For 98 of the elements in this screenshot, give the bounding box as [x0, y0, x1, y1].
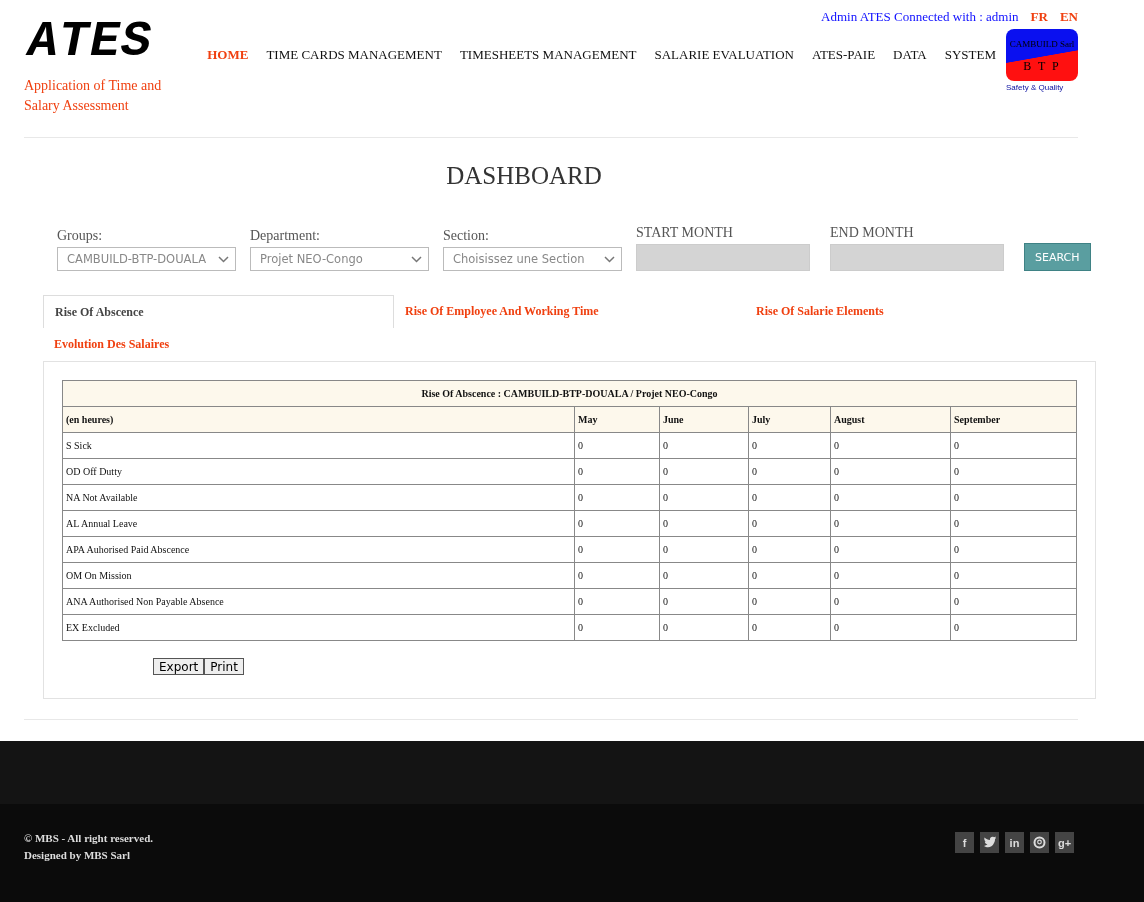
table-cell: OD Off Dutty: [62, 458, 575, 485]
dropdown-field[interactable]: Projet NEO-Congo: [250, 247, 429, 271]
tab[interactable]: Evolution Des Salaires: [43, 328, 394, 361]
page-title: DASHBOARD: [445, 161, 603, 191]
nav-link[interactable]: HOME: [207, 47, 249, 63]
tab[interactable]: Rise Of Salarie Elements: [745, 295, 1096, 328]
action-button[interactable]: Export: [153, 658, 205, 675]
table-cell: AL Annual Leave: [62, 510, 575, 537]
table-cell: 0: [830, 458, 951, 485]
table-cell: 0: [748, 536, 831, 563]
table-cell: 0: [950, 588, 1077, 615]
dropdown-field[interactable]: Choisissez une Section: [443, 247, 622, 271]
chevron-down-icon: [218, 255, 229, 263]
chevron-down-icon: [411, 255, 422, 263]
table-cell: NA Not Available: [62, 484, 575, 511]
column-header: July: [748, 406, 831, 433]
table-cell: APA Auhorised Paid Abscence: [62, 536, 575, 563]
social-link[interactable]: f: [955, 832, 974, 853]
language-link[interactable]: FR: [1030, 9, 1048, 25]
table-cell: 0: [830, 536, 951, 563]
table-cell: 0: [950, 510, 1077, 537]
company-motto: Safety & Quality: [1006, 83, 1064, 92]
field-label: Section:: [443, 228, 490, 244]
column-header: May: [574, 406, 660, 433]
field-label: Department:: [250, 228, 321, 244]
table-cell: 0: [830, 614, 951, 641]
table-cell: OM On Mission: [62, 562, 575, 589]
social-link[interactable]: [1030, 832, 1049, 853]
column-header: June: [659, 406, 749, 433]
table-cell: 0: [659, 614, 749, 641]
language-link[interactable]: EN: [1059, 9, 1078, 25]
column-header: (en heures): [62, 406, 575, 433]
circle-icon: [1033, 836, 1046, 849]
table-cell: 0: [830, 510, 951, 537]
field-label: Groups:: [57, 228, 104, 244]
table-cell: 0: [574, 432, 660, 459]
table-cell: 0: [950, 432, 1077, 459]
table-cell: 0: [950, 536, 1077, 563]
table-cell: 0: [659, 458, 749, 485]
table-cell: 0: [574, 510, 660, 537]
table-cell: 0: [830, 588, 951, 615]
table-cell: 0: [748, 510, 831, 537]
social-link[interactable]: [980, 832, 999, 853]
table-caption: Rise Of Abscence : CAMBUILD-BTP-DOUALA / Projet NEO-Congo: [62, 380, 1077, 407]
table-cell: 0: [950, 562, 1077, 589]
chevron-down-icon: [604, 255, 615, 263]
table-cell: 0: [659, 588, 749, 615]
social-link[interactable]: in: [1005, 832, 1024, 853]
social-link[interactable]: g+: [1055, 832, 1074, 853]
nav-link[interactable]: SYSTEM: [944, 47, 996, 63]
nav-link[interactable]: DATA: [893, 47, 927, 63]
table-cell: 0: [748, 484, 831, 511]
nav-link[interactable]: TIME CARDS MANAGEMENT: [266, 47, 442, 63]
table-cell: ANA Authorised Non Payable Absence: [62, 588, 575, 615]
table-cell: 0: [950, 458, 1077, 485]
app-tagline: Application of Time and Salary Assessment: [24, 77, 163, 115]
dropdown-field[interactable]: CAMBUILD-BTP-DOUALA: [57, 247, 236, 271]
table-cell: 0: [574, 562, 660, 589]
table-cell: 0: [950, 484, 1077, 511]
month-field[interactable]: [830, 244, 1004, 271]
table-cell: EX Excluded: [62, 614, 575, 641]
table-cell: 0: [574, 484, 660, 511]
bird-icon: [983, 836, 996, 849]
user-status: Admin ATES Connected with : admin: [821, 9, 1019, 25]
tab[interactable]: Rise Of Employee And Working Time: [394, 295, 745, 328]
table-cell: 0: [659, 510, 749, 537]
field-label: END MONTH: [830, 225, 915, 241]
table-cell: 0: [659, 562, 749, 589]
table-cell: 0: [830, 562, 951, 589]
table-cell: 0: [659, 432, 749, 459]
copyright-text: © MBS - All right reserved.: [24, 832, 153, 844]
nav-link[interactable]: TIMESHEETS MANAGEMENT: [459, 47, 637, 63]
table-cell: 0: [659, 484, 749, 511]
column-header: September: [950, 406, 1077, 433]
table-cell: 0: [574, 614, 660, 641]
company-subtitle: B T P: [1023, 61, 1061, 72]
table-cell: 0: [748, 458, 831, 485]
table-cell: 0: [748, 432, 831, 459]
table-cell: 0: [574, 458, 660, 485]
table-cell: 0: [950, 614, 1077, 641]
field-label: START MONTH: [636, 225, 734, 241]
column-header: August: [830, 406, 951, 433]
table-cell: 0: [830, 484, 951, 511]
table-cell: 0: [748, 588, 831, 615]
table-cell: 0: [574, 536, 660, 563]
nav-link[interactable]: ATES-PAIE: [812, 47, 876, 63]
table-cell: 0: [830, 432, 951, 459]
table-cell: 0: [574, 588, 660, 615]
company-name: CAMBUILD Sarl: [1009, 39, 1075, 50]
nav-link[interactable]: SALARIE EVALUATION: [654, 47, 794, 63]
table-cell: 0: [748, 614, 831, 641]
action-button[interactable]: Print: [204, 658, 244, 675]
month-field[interactable]: [636, 244, 810, 271]
table-cell: 0: [748, 562, 831, 589]
table-cell: S Sick: [62, 432, 575, 459]
tab[interactable]: Rise Of Abscence: [43, 295, 394, 328]
table-cell: 0: [659, 536, 749, 563]
designer-credit: Designed by MBS Sarl: [24, 849, 132, 861]
